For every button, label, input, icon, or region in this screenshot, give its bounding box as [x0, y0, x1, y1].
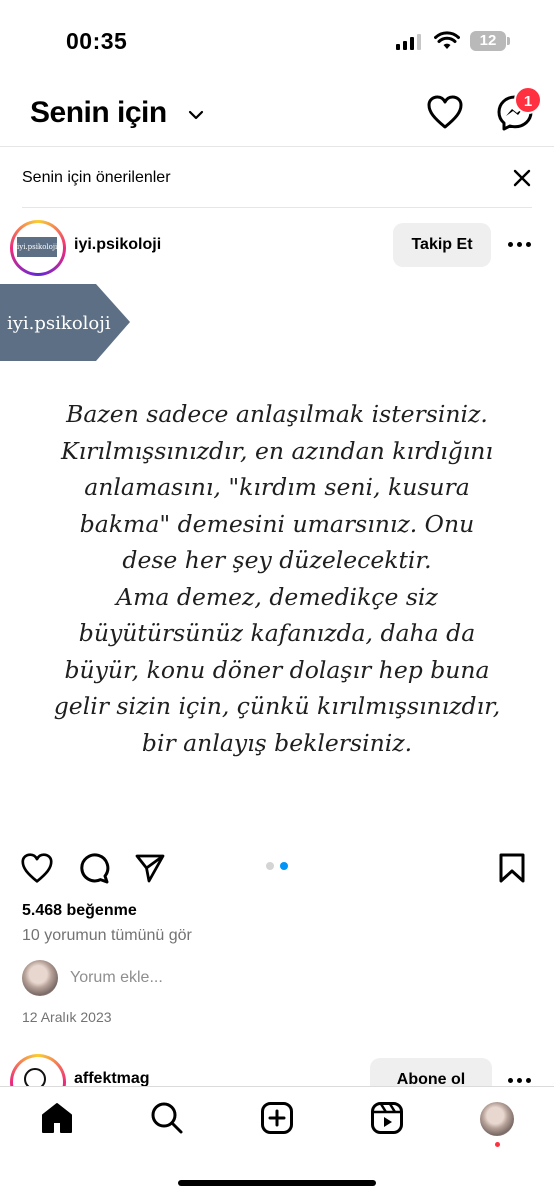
carousel-dot — [266, 862, 274, 870]
status-bar: 00:35 12 — [0, 0, 554, 80]
suggestions-row: Senin için önerilenler — [22, 160, 532, 200]
quote-line: gelir sizin için, çünkü kırılmışsınızdır… — [53, 692, 501, 720]
search-icon[interactable] — [150, 1101, 184, 1135]
quote-line: büyütürsünüz kafanızda, daha da — [78, 619, 476, 647]
post-quote: Bazen sadece anlaşılmak istersiniz. Kırı… — [0, 396, 554, 761]
profile-activity-dot — [495, 1142, 500, 1147]
feed-title[interactable]: Senin için — [30, 96, 167, 130]
close-icon[interactable] — [512, 168, 532, 188]
post-image[interactable]: iyi.psikoloji Bazen sadece anlaşılmak is… — [0, 284, 554, 840]
avatar[interactable] — [10, 1054, 66, 1086]
next-post-header: affektmag Abone ol — [0, 1050, 554, 1086]
divider — [0, 146, 554, 147]
follow-button[interactable]: Takip Et — [393, 223, 491, 267]
feed-header: Senin için 1 — [0, 80, 554, 146]
subscribe-button[interactable]: Abone ol — [370, 1058, 492, 1086]
cellular-signal-icon — [396, 34, 421, 50]
suggestions-label: Senin için önerilenler — [22, 169, 171, 186]
comment-icon[interactable] — [78, 852, 110, 884]
quote-line: dese her şey düzelecektir. — [122, 546, 432, 574]
more-options-icon[interactable] — [508, 242, 531, 247]
wifi-icon — [434, 31, 460, 49]
bookmark-icon[interactable] — [498, 852, 526, 884]
quote-line: Bazen sadece anlaşılmak istersiniz. — [66, 400, 488, 428]
avatar — [22, 960, 58, 996]
quote-line: Ama demez, demedikçe siz — [116, 582, 438, 611]
post-date: 12 Aralık 2023 — [22, 1009, 112, 1025]
reels-icon[interactable] — [370, 1101, 404, 1135]
post-username[interactable]: affektmag — [74, 1070, 150, 1086]
post-actions — [0, 846, 554, 890]
carousel-dot — [280, 862, 288, 870]
quote-line: bir anlayış beklersiniz. — [141, 728, 413, 757]
post-header: iyi.psikoloji iyi.psikoloji Takip Et — [0, 214, 554, 280]
notification-badge: 1 — [514, 86, 542, 114]
profile-avatar[interactable] — [480, 1102, 514, 1136]
post-username[interactable]: iyi.psikoloji — [74, 236, 161, 254]
comment-input[interactable]: Yorum ekle... — [70, 969, 163, 987]
likes-count[interactable]: 5.468 beğenme — [22, 902, 137, 920]
heart-icon[interactable] — [426, 94, 464, 130]
quote-line: büyür, konu döner dolaşır hep buna — [64, 655, 490, 684]
avatar-logo: iyi.psikoloji — [17, 237, 57, 257]
status-time: 00:35 — [66, 28, 128, 54]
share-paper-plane-icon[interactable] — [134, 852, 166, 884]
more-options-icon[interactable] — [508, 1078, 531, 1083]
divider — [22, 207, 532, 208]
brand-tag: iyi.psikoloji — [0, 284, 130, 361]
quote-line: Kırılmışsınızdır, en azından kırdığını — [61, 436, 493, 465]
add-comment-row[interactable]: Yorum ekle... — [22, 960, 532, 996]
chevron-down-icon[interactable] — [188, 110, 204, 120]
battery-icon: 12 — [470, 31, 506, 51]
brand-tag-text: iyi.psikoloji — [7, 313, 111, 334]
quote-line: anlamasını, "kırdım seni, kusura — [84, 473, 470, 501]
avatar[interactable]: iyi.psikoloji — [10, 220, 66, 276]
carousel-indicator — [266, 862, 288, 870]
quote-line: bakma" demesini umarsınız. Onu — [79, 509, 475, 538]
view-comments-link[interactable]: 10 yorumun tümünü gör — [22, 927, 192, 945]
home-indicator — [178, 1180, 376, 1186]
home-icon[interactable] — [40, 1101, 74, 1135]
new-post-icon[interactable] — [260, 1101, 294, 1135]
like-heart-icon[interactable] — [20, 852, 54, 884]
battery-cap — [507, 37, 510, 45]
